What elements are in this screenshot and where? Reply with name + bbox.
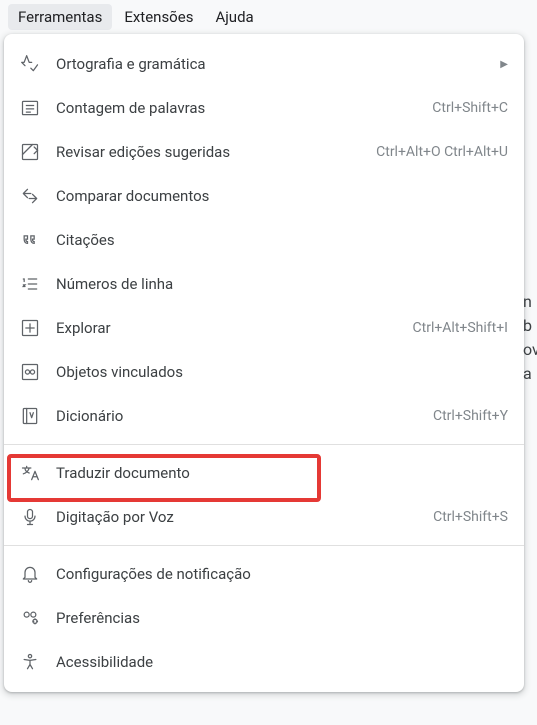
review-icon [20,142,40,162]
menu-wordcount[interactable]: Contagem de palavras Ctrl+Shift+C [4,86,524,130]
menubar-extensions[interactable]: Extensões [114,4,203,30]
preferences-icon [20,608,40,628]
menu-label: Dicionário [56,407,413,425]
dictionary-icon [20,406,40,426]
menu-label: Revisar edições sugeridas [56,143,356,161]
menu-label: Acessibilidade [56,653,508,671]
menu-label: Ortografia e gramática [56,55,488,73]
notification-icon [20,564,40,584]
menu-notifications[interactable]: Configurações de notificação [4,552,524,596]
menu-shortcut: Ctrl+Alt+O Ctrl+Alt+U [376,144,508,160]
menu-explore[interactable]: Explorar Ctrl+Alt+Shift+I [4,306,524,350]
menu-shortcut: Ctrl+Alt+Shift+I [413,320,508,336]
explore-icon [20,318,40,338]
menu-label: Números de linha [56,275,508,293]
tools-dropdown: Ortografia e gramática ▶ Contagem de pal… [4,34,524,692]
menu-review[interactable]: Revisar edições sugeridas Ctrl+Alt+O Ctr… [4,130,524,174]
menu-divider [4,444,524,445]
menubar-help[interactable]: Ajuda [205,4,263,30]
menu-label: Citações [56,231,508,249]
menu-voice[interactable]: Digitação por Voz Ctrl+Shift+S [4,495,524,539]
quote-icon [20,230,40,250]
menu-label: Comparar documentos [56,187,508,205]
linenumbers-icon [20,274,40,294]
background-document-text: nbova [523,290,537,386]
menu-shortcut: Ctrl+Shift+Y [433,408,508,424]
menu-spellcheck[interactable]: Ortografia e gramática ▶ [4,42,524,86]
translate-icon [20,463,40,483]
submenu-arrow-icon: ▶ [500,59,508,70]
menu-citations[interactable]: Citações [4,218,524,262]
menu-linenumbers[interactable]: Números de linha [4,262,524,306]
spellcheck-icon [20,54,40,74]
menu-label: Contagem de palavras [56,99,412,117]
menu-divider [4,545,524,546]
menu-shortcut: Ctrl+Shift+C [432,100,508,116]
menu-compare[interactable]: Comparar documentos [4,174,524,218]
menu-preferences[interactable]: Preferências [4,596,524,640]
wordcount-icon [20,98,40,118]
menubar: Ferramentas Extensões Ajuda [0,0,537,34]
menu-label: Explorar [56,319,393,337]
menu-label: Digitação por Voz [56,508,413,526]
compare-icon [20,186,40,206]
voice-icon [20,507,40,527]
menu-label: Traduzir documento [56,464,508,482]
menubar-tools[interactable]: Ferramentas [8,4,112,30]
accessibility-icon [20,652,40,672]
linked-icon [20,362,40,382]
menu-linked[interactable]: Objetos vinculados [4,350,524,394]
menu-label: Objetos vinculados [56,363,508,381]
menu-label: Preferências [56,609,508,627]
menu-accessibility[interactable]: Acessibilidade [4,640,524,684]
menu-shortcut: Ctrl+Shift+S [433,509,508,525]
menu-translate[interactable]: Traduzir documento [4,451,524,495]
menu-dictionary[interactable]: Dicionário Ctrl+Shift+Y [4,394,524,438]
menu-label: Configurações de notificação [56,565,508,583]
